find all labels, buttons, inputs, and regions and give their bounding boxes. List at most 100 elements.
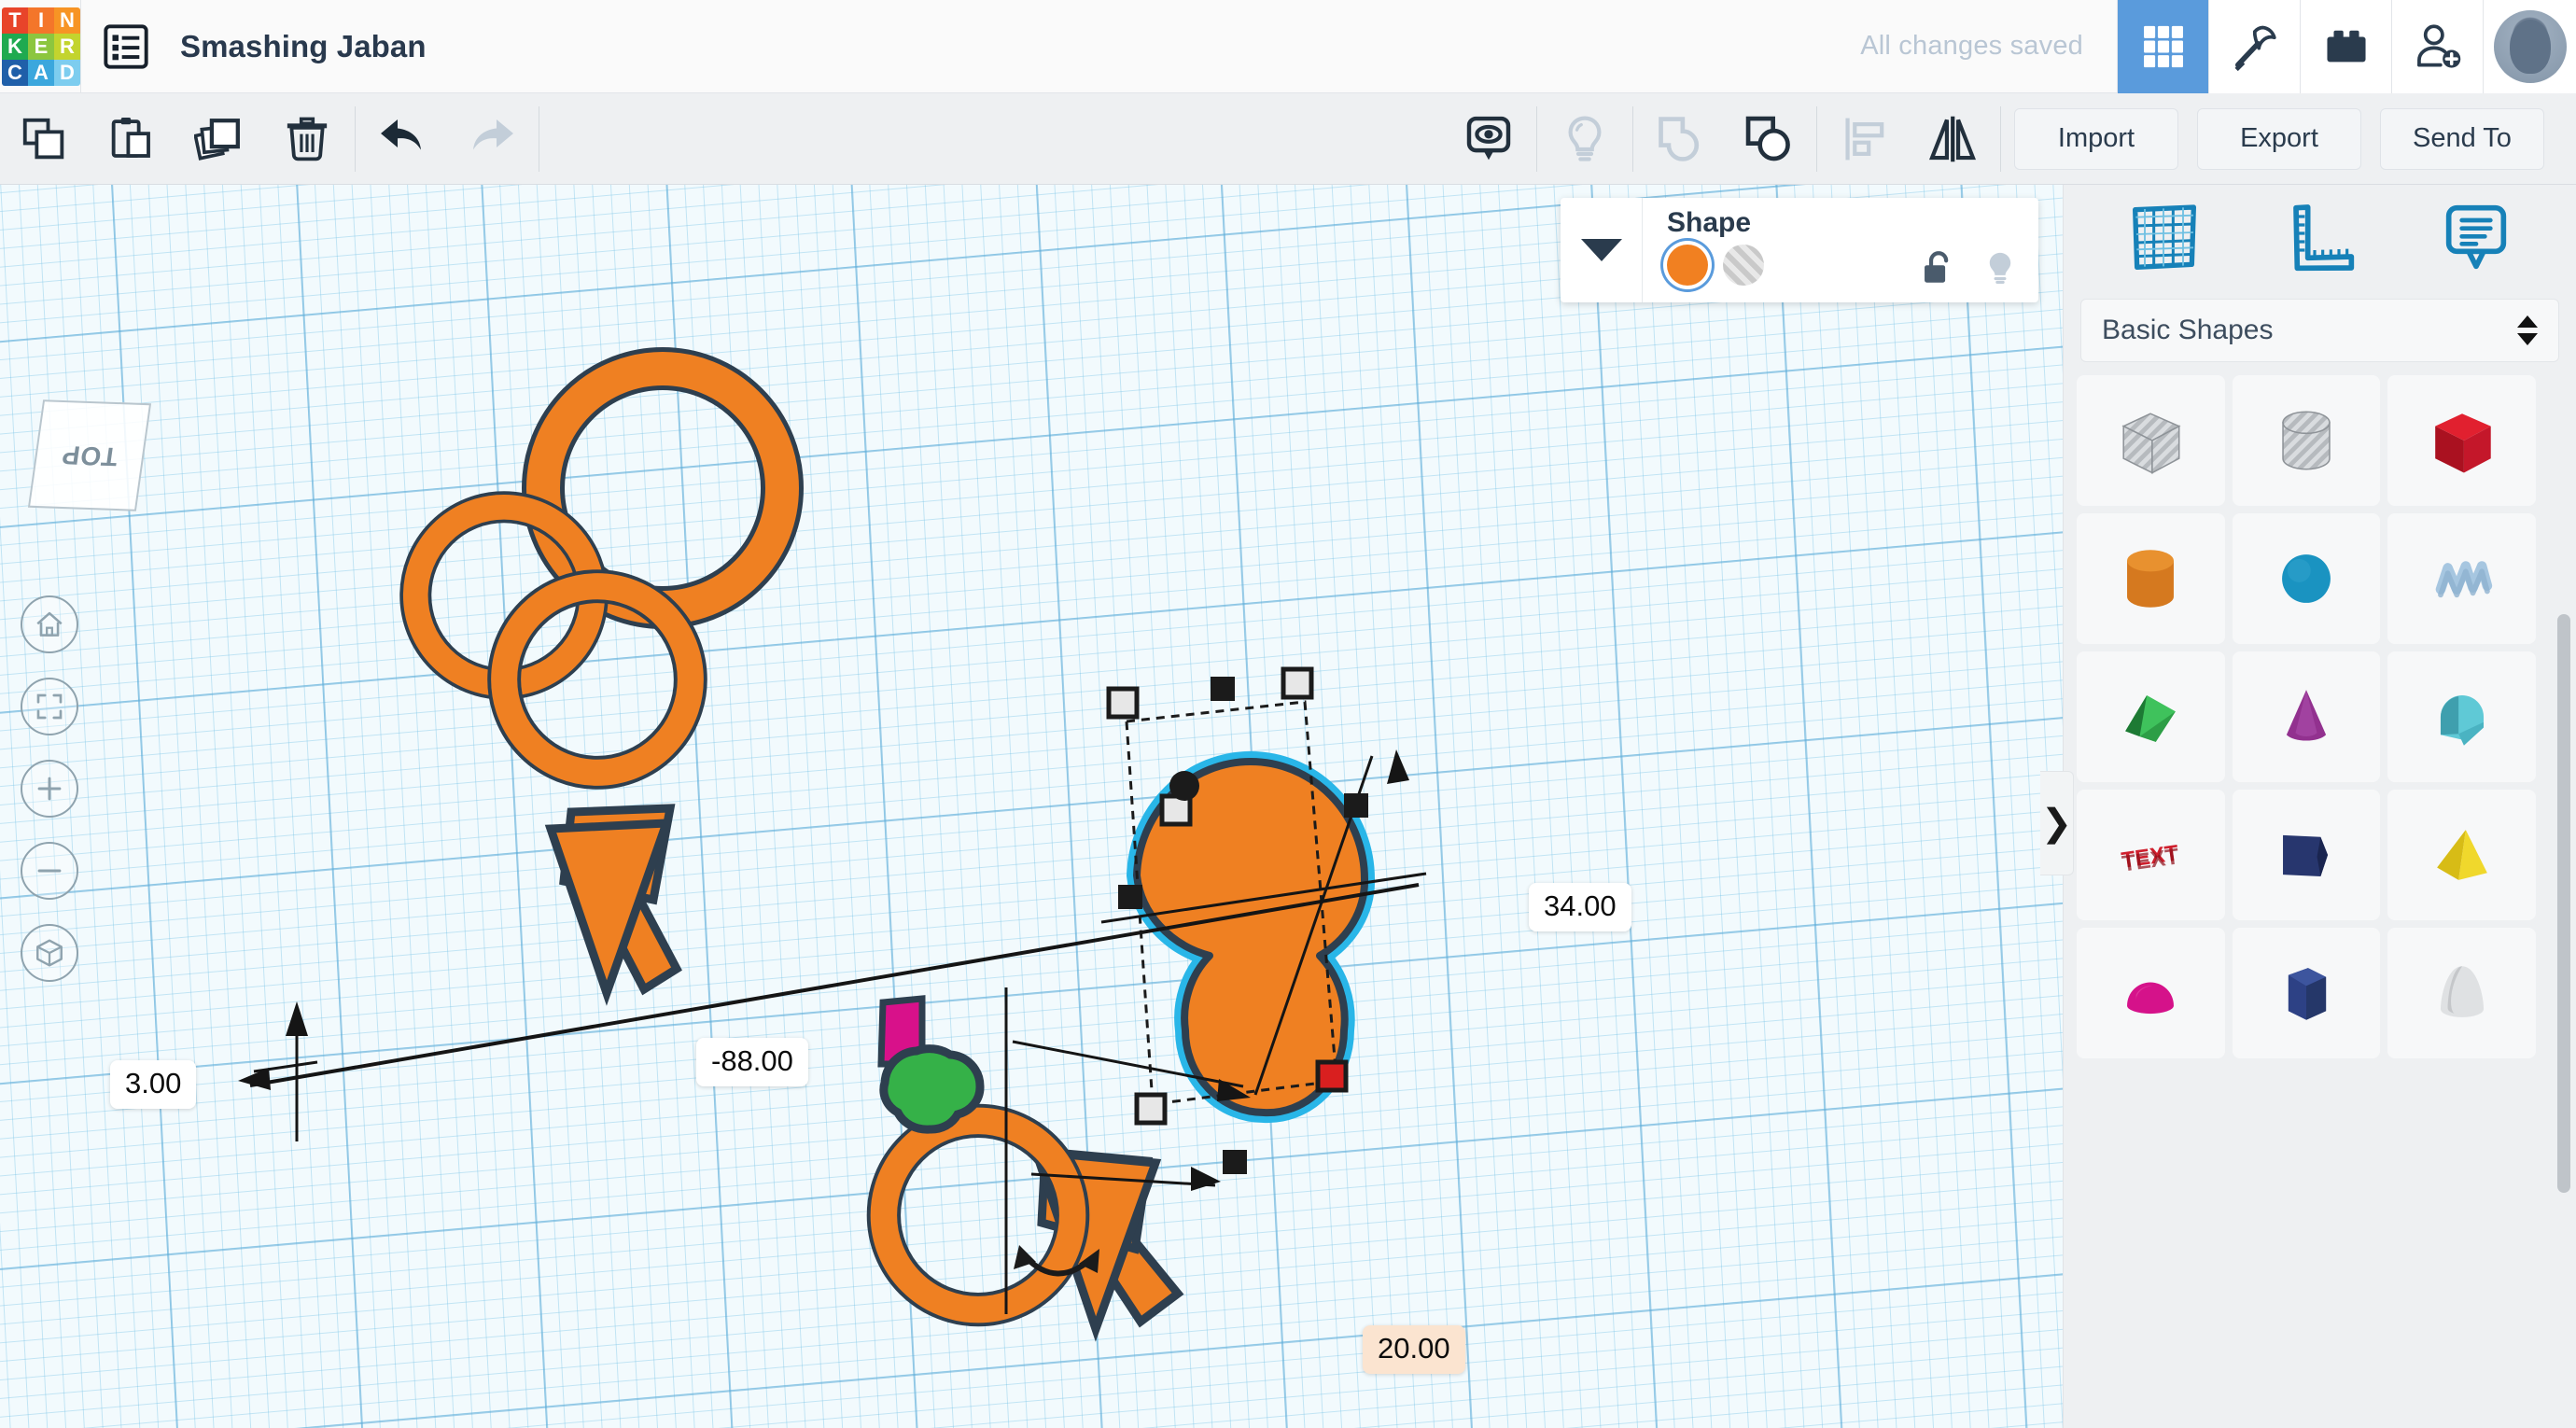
cone-icon — [2286, 690, 2327, 741]
copy-button[interactable] — [0, 93, 88, 185]
add-user-icon — [2416, 23, 2460, 68]
sidebar-collapse-toggle[interactable]: ❯ — [2040, 771, 2074, 875]
magnifier-object-right[interactable] — [884, 1121, 1184, 1342]
shape-popup-collapse-button[interactable] — [1561, 198, 1643, 302]
solid-swatch[interactable] — [1667, 245, 1708, 286]
round-roof-icon — [2440, 694, 2484, 746]
green-clover-object[interactable] — [877, 995, 985, 1134]
measurement-label[interactable]: 20.00 — [1363, 1325, 1465, 1374]
align-icon — [1845, 118, 1884, 160]
lightbulb-icon[interactable] — [1981, 248, 2020, 287]
navigation-controls — [21, 595, 78, 982]
logo-letter: D — [54, 59, 80, 86]
chevron-up-icon — [2517, 315, 2538, 328]
magnifier-object-bottom[interactable] — [504, 586, 691, 1006]
sidebar-item-ruler[interactable] — [2275, 192, 2365, 282]
view-group — [1445, 93, 1996, 185]
logo-letter: C — [2, 59, 28, 86]
shape-wedge[interactable] — [2232, 790, 2381, 920]
shape-text[interactable]: TEXT TEXT — [2077, 790, 2225, 920]
shape-category-select[interactable]: Basic Shapes — [2080, 299, 2559, 362]
fit-to-view-button[interactable] — [21, 678, 78, 735]
action-buttons-group: Import Export Send To — [2005, 93, 2576, 185]
app-header: T I N K E R C A D Smashing Jaban All cha… — [0, 0, 2576, 93]
export-button[interactable]: Export — [2197, 107, 2361, 170]
lightbulb-button[interactable] — [1541, 93, 1629, 185]
zoom-in-button[interactable] — [21, 760, 78, 818]
logo-letter: I — [28, 7, 54, 34]
align-button[interactable] — [1821, 93, 1909, 185]
delete-button[interactable] — [263, 93, 351, 185]
avatar — [2493, 9, 2567, 83]
hole-swatch[interactable] — [1723, 245, 1764, 286]
ungroup-button[interactable] — [1725, 93, 1813, 185]
unlocked-padlock-icon[interactable] — [1917, 248, 1956, 287]
3d-canvas[interactable]: TOP 3.00 -88.00 34.00 20.00 — [0, 185, 2063, 1428]
grid-view-button[interactable] — [2117, 0, 2208, 93]
measurement-label[interactable]: 3.00 — [110, 1060, 197, 1109]
shape-round-roof[interactable] — [2387, 651, 2536, 782]
show-hide-button[interactable] — [1445, 93, 1533, 185]
grid-view-icon — [2143, 25, 2183, 67]
lego-button[interactable] — [2300, 0, 2391, 93]
user-menu-button[interactable] — [2483, 0, 2576, 93]
main-toolbar: Import Export Send To — [0, 93, 2576, 185]
shape-properties-popup: Shape — [1561, 198, 2038, 302]
shape-sphere[interactable] — [2232, 513, 2381, 644]
sidebar-item-workplane[interactable] — [2120, 192, 2209, 282]
mirror-button[interactable] — [1909, 93, 1996, 185]
cylinder-striped-icon — [2282, 411, 2331, 470]
add-user-button[interactable] — [2391, 0, 2483, 93]
sidebar-item-notes[interactable] — [2431, 192, 2521, 282]
history-group — [359, 93, 535, 185]
import-button[interactable]: Import — [2014, 107, 2178, 170]
shape-polygon[interactable] — [2232, 928, 2381, 1058]
paraboloid-icon — [2440, 966, 2484, 1017]
shape-half-sphere[interactable] — [2077, 928, 2225, 1058]
undo-button[interactable] — [359, 93, 447, 185]
logo-letter: T — [2, 7, 28, 34]
roof-icon — [2125, 694, 2177, 742]
cylinder-icon — [2127, 550, 2175, 608]
save-status: All changes saved — [1860, 31, 2083, 61]
minecraft-pickaxe-icon — [2234, 25, 2276, 71]
scene-objects — [238, 185, 1427, 1342]
shape-box-hole[interactable] — [2077, 375, 2225, 506]
group-button[interactable] — [1637, 93, 1725, 185]
perspective-toggle-button[interactable] — [21, 924, 78, 982]
paste-button[interactable] — [88, 93, 175, 185]
shape-cylinder-hole[interactable] — [2232, 375, 2381, 506]
undo-icon — [381, 119, 421, 149]
view-cube[interactable]: TOP — [27, 399, 152, 511]
shape-paraboloid[interactable] — [2387, 928, 2536, 1058]
toolbar-divider — [1536, 105, 1537, 172]
duplicate-button[interactable] — [175, 93, 263, 185]
sidebar-scrollbar[interactable] — [2557, 614, 2570, 1193]
tinkercad-logo[interactable]: T I N K E R C A D — [2, 7, 80, 86]
lego-brick-icon — [2326, 30, 2366, 62]
measurement-label[interactable]: -88.00 — [696, 1038, 808, 1086]
shape-cone[interactable] — [2232, 651, 2381, 782]
shape-cylinder[interactable] — [2077, 513, 2225, 644]
shape-library-grid: TEXT TEXT — [2077, 375, 2536, 1058]
shape-pyramid[interactable] — [2387, 790, 2536, 920]
chevron-down-icon — [2517, 333, 2538, 345]
sphere-icon — [2282, 554, 2331, 603]
home-view-button[interactable] — [21, 595, 78, 653]
ruler-icon — [2292, 204, 2354, 272]
toolbar-divider — [2000, 105, 2001, 172]
project-list-button[interactable] — [81, 0, 171, 93]
half-sphere-icon — [2127, 982, 2175, 1015]
logo-letter: E — [28, 33, 54, 60]
shape-scribble[interactable] — [2387, 513, 2536, 644]
send-to-button[interactable]: Send To — [2380, 107, 2544, 170]
shape-roof[interactable] — [2077, 651, 2225, 782]
redo-button[interactable] — [447, 93, 535, 185]
zoom-out-button[interactable] — [21, 842, 78, 900]
shape-box[interactable] — [2387, 375, 2536, 506]
text-icon: TEXT TEXT — [2121, 840, 2181, 876]
logo-letter: N — [54, 7, 80, 34]
measurement-label[interactable]: 34.00 — [1529, 883, 1631, 931]
delete-trash-icon — [287, 117, 328, 161]
minecraft-button[interactable] — [2208, 0, 2300, 93]
